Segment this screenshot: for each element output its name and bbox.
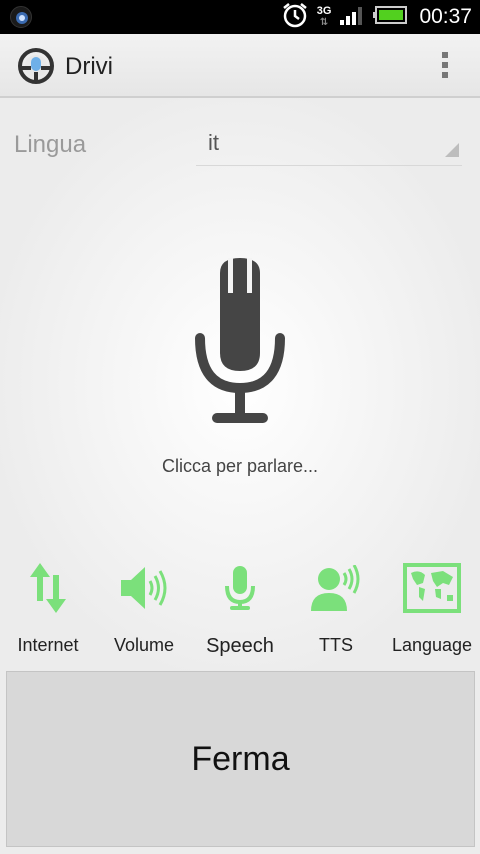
indicator-speech: Speech	[192, 558, 288, 658]
talking-head-icon	[288, 558, 384, 618]
status-bar: 3G ⇅ 00:37	[0, 0, 480, 34]
world-map-icon	[384, 558, 480, 618]
indicator-label: Volume	[113, 635, 175, 655]
steering-wheel-icon	[18, 48, 54, 84]
alarm-icon	[281, 1, 309, 34]
indicator-internet: Internet	[0, 558, 96, 656]
speaker-icon	[96, 558, 192, 618]
microphone-button[interactable]	[190, 253, 290, 428]
indicator-label: TTS	[319, 635, 353, 655]
app-notification-icon	[10, 6, 32, 28]
battery-icon	[373, 5, 408, 29]
stop-button-label: Ferma	[191, 739, 290, 778]
indicator-tts: TTS	[288, 558, 384, 656]
indicator-label: Language	[391, 635, 473, 655]
action-bar: Drivi	[0, 34, 480, 98]
clock: 00:37	[419, 5, 472, 28]
main-content: Lingua it Clicca per parlare... Internet	[0, 98, 480, 670]
mic-hint-text: Clicca per parlare...	[161, 456, 319, 476]
language-select-value: it	[208, 130, 219, 155]
language-label: Lingua	[14, 131, 87, 158]
language-select[interactable]: it	[196, 126, 462, 166]
microphone-icon	[192, 558, 288, 618]
data-arrows-icon	[0, 558, 96, 618]
app-title: Drivi	[65, 53, 113, 80]
stop-button[interactable]: Ferma	[6, 671, 475, 847]
signal-icon	[339, 4, 365, 31]
indicator-volume: Volume	[96, 558, 192, 656]
indicator-label: Internet	[17, 635, 79, 655]
indicator-language: Language	[384, 558, 480, 656]
microphone-icon	[195, 258, 285, 423]
network-type-text: 3G	[316, 5, 332, 17]
3g-icon: 3G ⇅	[316, 5, 332, 29]
dropdown-corner-icon	[445, 143, 459, 162]
status-indicators: Internet Volume Speech TTS Language	[0, 558, 480, 658]
indicator-label: Speech	[206, 635, 274, 657]
overflow-menu-icon[interactable]	[440, 52, 450, 82]
